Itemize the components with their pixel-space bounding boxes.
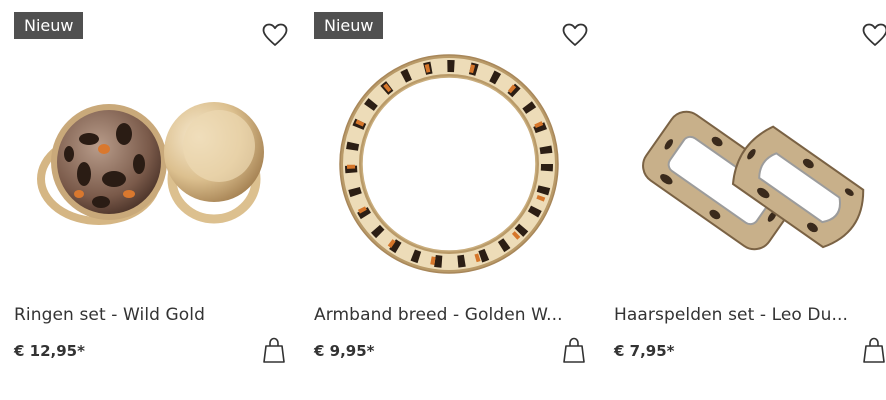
heart-icon bbox=[862, 23, 886, 46]
product-card[interactable]: Nieuw Armband breed - Golden W... € 9,95… bbox=[314, 0, 600, 400]
product-image[interactable] bbox=[314, 48, 584, 280]
product-image[interactable] bbox=[14, 48, 284, 280]
product-image[interactable] bbox=[614, 48, 884, 280]
product-card[interactable]: Haarspelden set - Leo Du... € 7,95* bbox=[614, 0, 886, 400]
product-price: € 12,95* bbox=[14, 342, 85, 360]
product-name[interactable]: Ringen set - Wild Gold bbox=[14, 305, 284, 325]
product-price: € 7,95* bbox=[614, 342, 675, 360]
product-price: € 9,95* bbox=[314, 342, 375, 360]
hair-clips-image bbox=[642, 110, 865, 251]
add-to-cart-button[interactable] bbox=[260, 334, 288, 366]
product-name[interactable]: Haarspelden set - Leo Du... bbox=[614, 305, 884, 325]
shopping-bag-icon bbox=[563, 337, 585, 363]
heart-icon bbox=[262, 23, 288, 46]
new-badge: Nieuw bbox=[14, 12, 84, 39]
product-card[interactable]: Nieuw Ringen set - Wild Gold € 12,95* bbox=[14, 0, 300, 400]
product-grid: Nieuw Ringen set - Wild Gold € 12,95* Ni… bbox=[0, 0, 886, 400]
add-to-cart-button[interactable] bbox=[860, 334, 886, 366]
shopping-bag-icon bbox=[263, 337, 285, 363]
wishlist-button[interactable] bbox=[560, 20, 590, 50]
wishlist-button[interactable] bbox=[860, 20, 886, 50]
product-name[interactable]: Armband breed - Golden W... bbox=[314, 305, 584, 325]
ring-set-image bbox=[37, 102, 264, 225]
bangle-image bbox=[339, 54, 559, 274]
shopping-bag-icon bbox=[863, 337, 885, 363]
add-to-cart-button[interactable] bbox=[560, 334, 588, 366]
wishlist-button[interactable] bbox=[260, 20, 290, 50]
heart-icon bbox=[562, 23, 588, 46]
new-badge: Nieuw bbox=[314, 12, 384, 39]
